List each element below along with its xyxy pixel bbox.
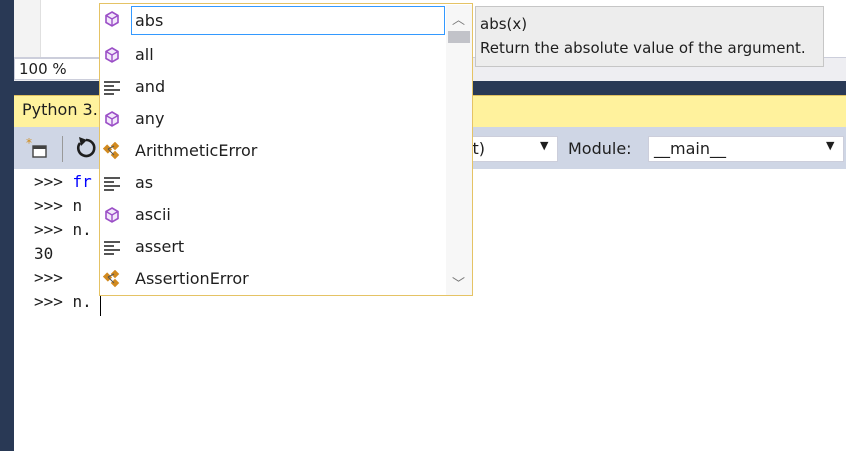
chevron-down-icon[interactable]: ▼ bbox=[540, 139, 548, 152]
toolbar-separator bbox=[62, 136, 63, 162]
scroll-down-icon[interactable]: ﹀ bbox=[452, 273, 465, 292]
completion-item-label: and bbox=[135, 77, 166, 96]
class-icon bbox=[102, 269, 121, 288]
function-icon bbox=[103, 10, 121, 28]
repl-line: >>> fr bbox=[34, 172, 92, 191]
completion-item[interactable]: AssertionError bbox=[100, 263, 446, 295]
svg-text:*: * bbox=[26, 136, 32, 150]
function-icon bbox=[103, 46, 121, 64]
left-window-frame bbox=[0, 0, 14, 451]
class-icon bbox=[102, 141, 121, 160]
tooltip-description: Return the absolute value of the argumen… bbox=[480, 39, 806, 57]
module-label: Module: bbox=[568, 139, 632, 158]
editor-area bbox=[40, 0, 61, 60]
keyword-icon bbox=[103, 174, 121, 192]
completion-item-label: any bbox=[135, 109, 165, 128]
completion-item[interactable]: any bbox=[100, 103, 446, 135]
tooltip-signature: abs(x) bbox=[480, 15, 528, 33]
repl-input-line[interactable]: >>> n. bbox=[34, 290, 92, 314]
completion-item[interactable]: as bbox=[100, 167, 446, 199]
completion-item-label: as bbox=[135, 173, 154, 192]
text-caret bbox=[100, 296, 101, 316]
completion-item[interactable]: all bbox=[100, 39, 446, 71]
scrollbar-thumb[interactable] bbox=[448, 31, 470, 43]
completion-scrollbar[interactable] bbox=[446, 5, 472, 295]
completion-item-label: ascii bbox=[135, 205, 171, 224]
repl-title: Python 3.6 bbox=[22, 100, 108, 119]
function-icon bbox=[103, 206, 121, 224]
zoom-combo[interactable]: 100 % bbox=[14, 58, 100, 80]
completion-item-label: all bbox=[135, 45, 154, 64]
completion-item[interactable]: and bbox=[100, 71, 446, 103]
completion-item[interactable]: ArithmeticError bbox=[100, 135, 446, 167]
completion-item-abs[interactable] bbox=[100, 3, 446, 35]
repl-line: >>> bbox=[34, 268, 63, 287]
repl-line: >>> n. bbox=[34, 220, 92, 239]
scroll-up-icon[interactable]: ︿ bbox=[452, 9, 465, 28]
completion-item[interactable]: assert bbox=[100, 231, 446, 263]
keyword-icon bbox=[103, 238, 121, 256]
restart-icon[interactable] bbox=[72, 134, 100, 162]
repl-line: >>> n bbox=[34, 196, 83, 215]
keyword-icon bbox=[103, 78, 121, 96]
repl-output-line: 30 bbox=[34, 244, 54, 263]
completion-item-label: assert bbox=[135, 237, 185, 256]
reset-repl-icon[interactable]: * bbox=[24, 136, 50, 162]
editor-margin bbox=[14, 0, 40, 60]
completion-item[interactable]: ascii bbox=[100, 199, 446, 231]
chevron-down-icon[interactable]: ▼ bbox=[826, 139, 834, 152]
quick-info-tooltip bbox=[475, 6, 824, 67]
function-icon bbox=[103, 110, 121, 128]
completion-item-label: AssertionError bbox=[135, 269, 249, 288]
module-value: __main__ bbox=[654, 139, 726, 158]
zoom-value: 100 % bbox=[19, 60, 67, 78]
completion-item-label: ArithmeticError bbox=[135, 141, 258, 160]
